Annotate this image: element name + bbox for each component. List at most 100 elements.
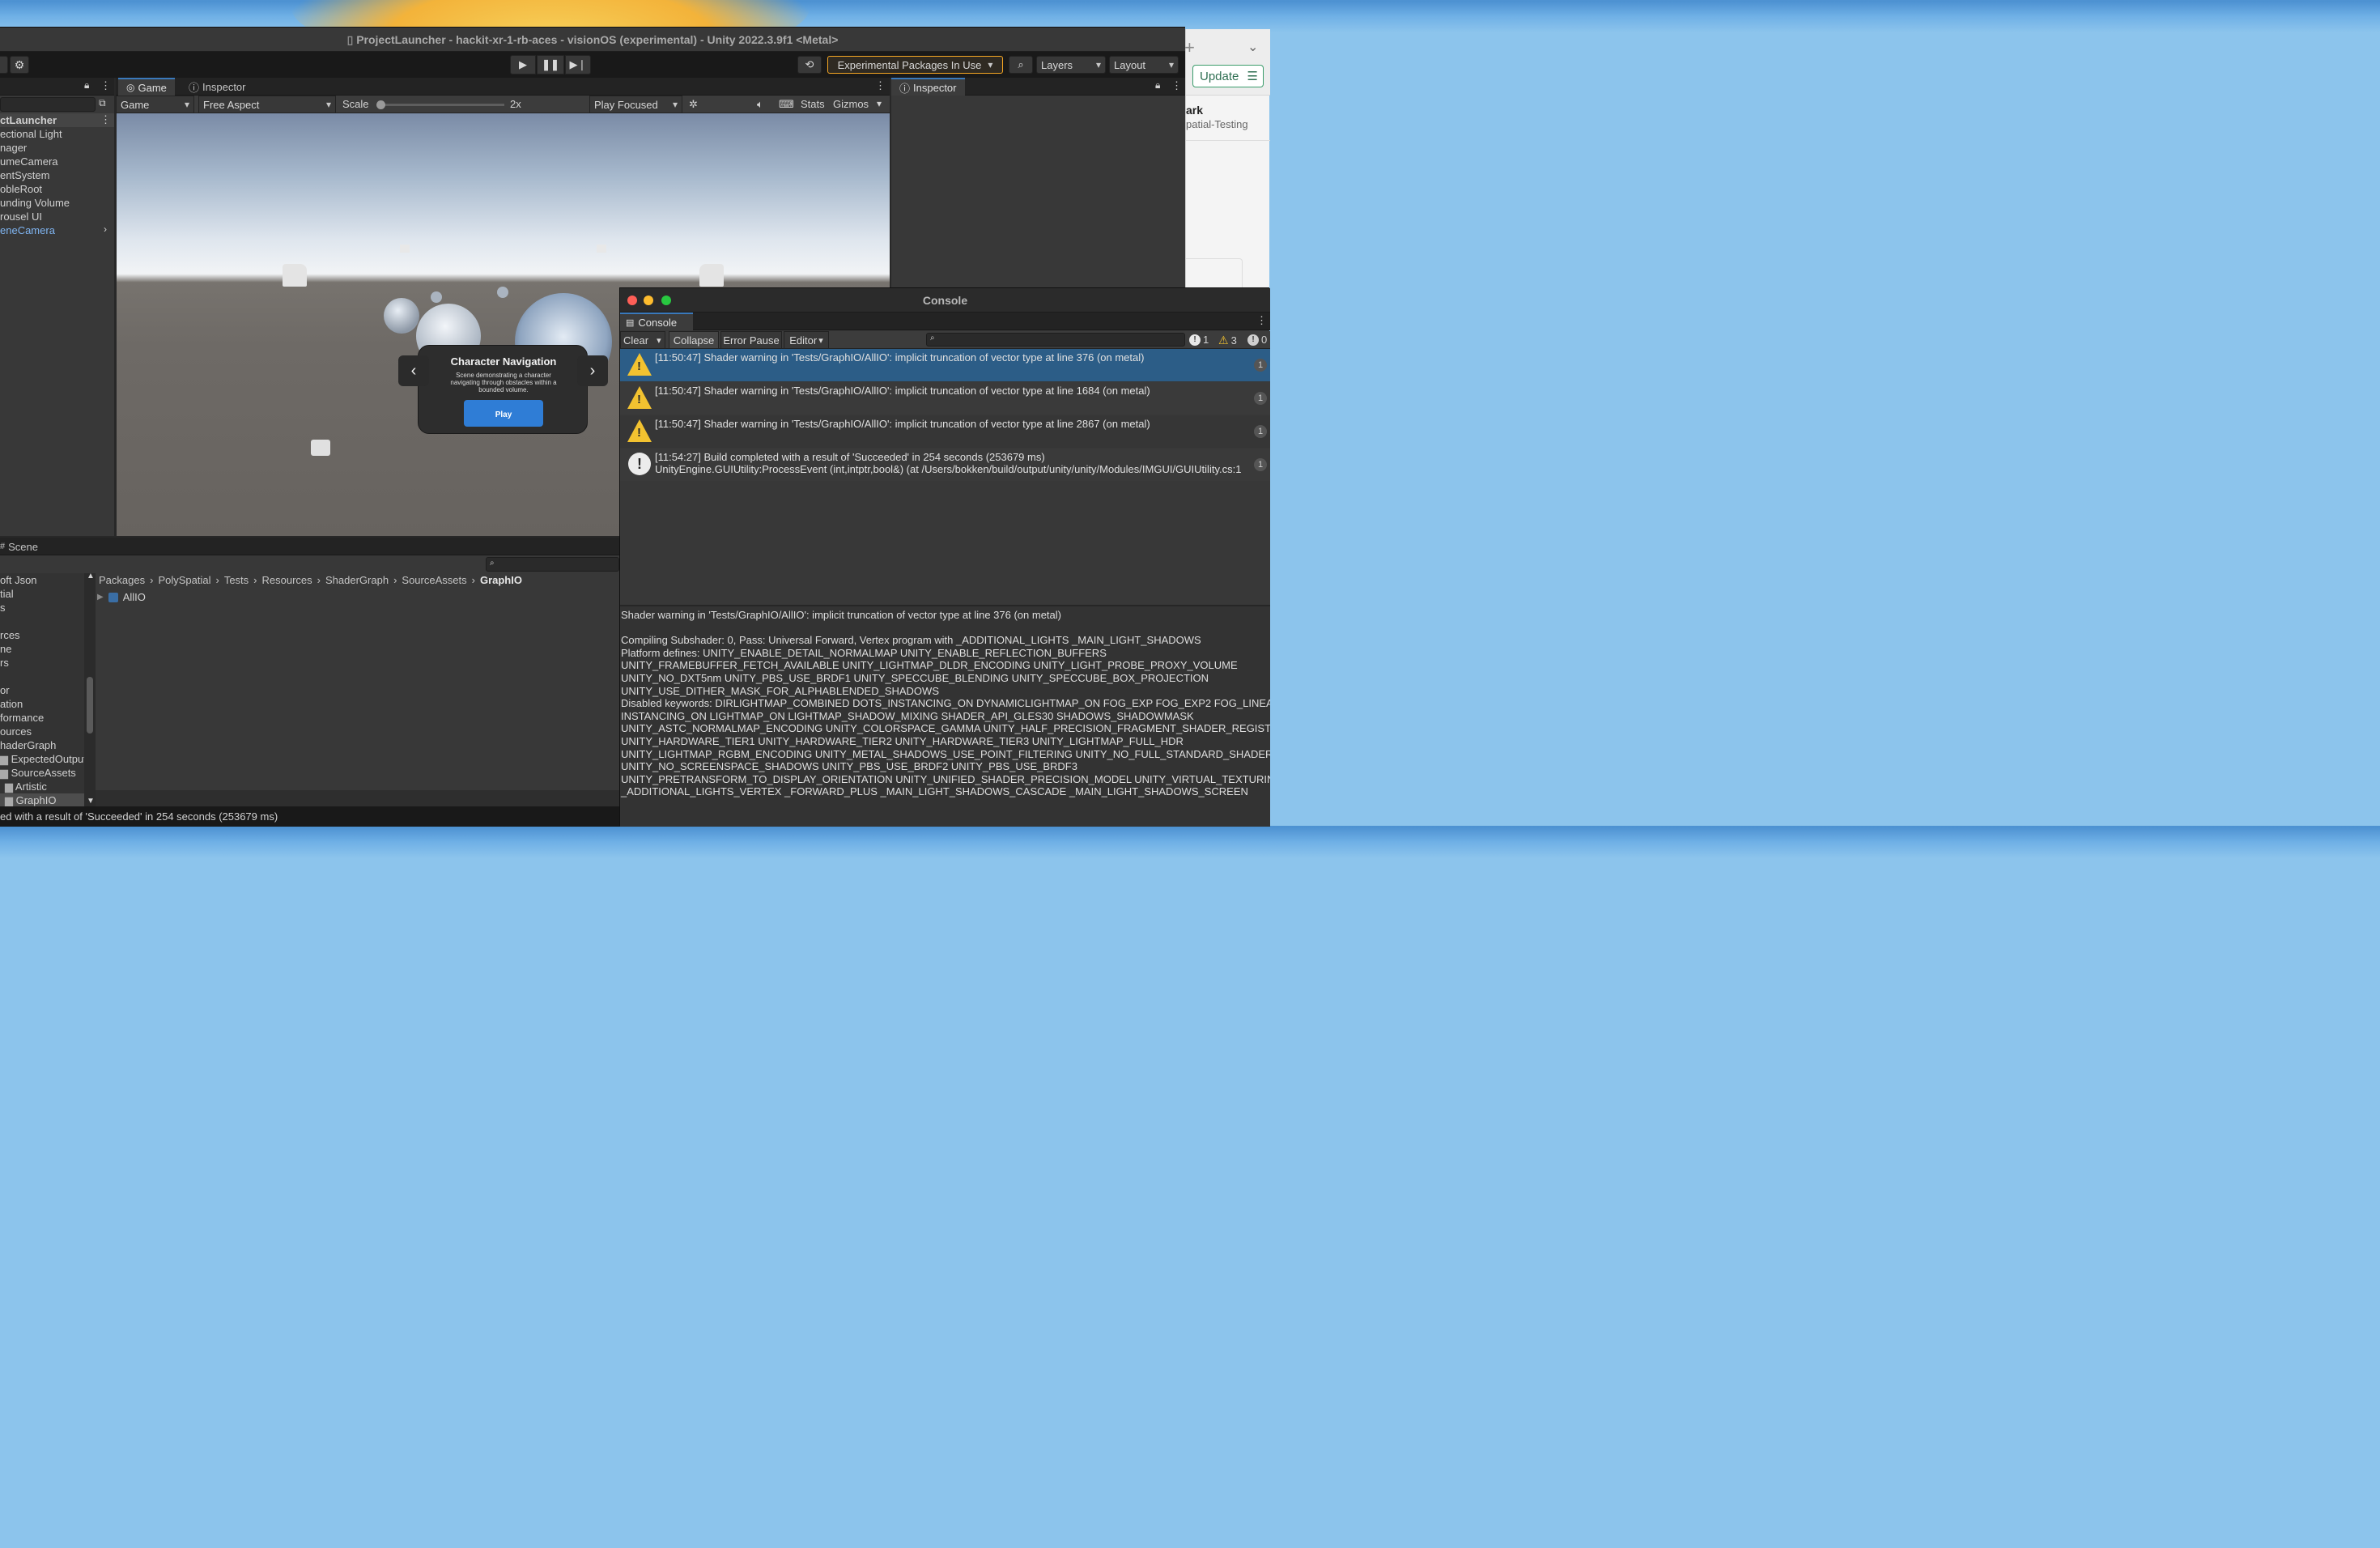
lock-icon[interactable]: 🔒︎: [1155, 79, 1160, 91]
log-entry-selected[interactable]: [11:50:47] Shader warning in 'Tests/Grap…: [620, 349, 1270, 381]
tab-scene[interactable]: # Scene: [0, 538, 46, 555]
log-count-badge: 1: [1254, 392, 1267, 405]
scale-slider[interactable]: [376, 100, 504, 109]
settings-gear-button[interactable]: ⚙: [10, 56, 29, 74]
scene-prop: [597, 245, 606, 253]
gizmos-toggle[interactable]: Gizmos: [833, 98, 869, 110]
more-options-icon[interactable]: ⋮: [1256, 314, 1267, 327]
pause-button[interactable]: ❚❚: [537, 55, 564, 74]
tree-item-folder[interactable]: ▆ ExpectedOutput: [0, 752, 84, 766]
add-icon[interactable]: +: [1184, 37, 1195, 58]
warning-count-toggle[interactable]: ⚠ 3: [1218, 334, 1237, 347]
editor-target-dropdown[interactable]: Editor ▾: [784, 331, 829, 349]
experimental-packages-dropdown[interactable]: Experimental Packages In Use: [827, 56, 1003, 74]
tree-item[interactable]: ne: [0, 642, 11, 656]
card-play-button[interactable]: Play: [464, 400, 543, 427]
tree-item[interactable]: ation: [0, 697, 23, 711]
log-entry[interactable]: [11:50:47] Shader warning in 'Tests/Grap…: [620, 415, 1270, 448]
bug-icon[interactable]: ✲: [689, 98, 698, 111]
collapse-toggle[interactable]: Collapse: [669, 331, 719, 349]
breadcrumb-item-current[interactable]: GraphIO: [480, 574, 522, 589]
detail-line: INSTANCING_ON LIGHTMAP_ON LIGHTMAP_SHADO…: [621, 709, 1194, 722]
hierarchy-item[interactable]: rousel UI: [0, 210, 42, 223]
tree-scrollbar[interactable]: ▲ ▼: [84, 572, 96, 806]
account-button[interactable]: [0, 56, 8, 74]
breadcrumb-item[interactable]: ShaderGraph: [325, 574, 389, 589]
scroll-down-icon[interactable]: ▼: [87, 797, 95, 806]
scale-slider-thumb[interactable]: [376, 100, 385, 109]
tree-item[interactable]: formance: [0, 711, 44, 725]
keyboard-icon[interactable]: ⌨: [779, 98, 794, 111]
tab-console[interactable]: ▤ Console: [620, 313, 693, 330]
breadcrumb-item[interactable]: Resources: [262, 574, 312, 589]
tree-item[interactable]: haderGraph: [0, 738, 56, 752]
hierarchy-root[interactable]: ctLauncher: [0, 113, 114, 127]
info-count-toggle[interactable]: ! 1: [1189, 334, 1209, 346]
scroll-up-icon[interactable]: ▲: [87, 572, 95, 580]
expand-arrow-icon[interactable]: ▶: [97, 593, 104, 602]
log-entry[interactable]: ! [11:54:27] Build completed with a resu…: [620, 449, 1270, 481]
history-button[interactable]: ⟲: [797, 56, 822, 74]
error-pause-toggle[interactable]: Error Pause: [720, 331, 782, 349]
previous-button[interactable]: ‹: [398, 355, 429, 386]
tree-item[interactable]: s: [0, 601, 6, 615]
play-mode-dropdown[interactable]: Play Focused: [589, 96, 682, 113]
hierarchy-search-input[interactable]: [0, 97, 96, 112]
tree-item[interactable]: oft Json: [0, 573, 37, 587]
breadcrumb-item[interactable]: SourceAssets: [402, 574, 466, 589]
tree-item[interactable]: rs: [0, 656, 9, 670]
project-search-input[interactable]: ⌕: [486, 557, 619, 572]
breadcrumb-separator: ›: [253, 574, 257, 586]
search-button[interactable]: ⌕: [1009, 56, 1033, 74]
stats-toggle[interactable]: Stats: [801, 98, 825, 110]
asset-item[interactable]: ▶ AllIO: [97, 591, 146, 603]
tree-item-folder-selected[interactable]: ▆ GraphIO: [0, 793, 84, 806]
layers-dropdown[interactable]: Layers: [1036, 56, 1106, 74]
gizmos-dropdown-icon[interactable]: ▾: [877, 98, 882, 109]
more-options-icon[interactable]: ⋮: [100, 79, 111, 92]
hierarchy-item[interactable]: unding Volume: [0, 196, 70, 210]
scene-tabbar: # Scene: [0, 538, 619, 555]
clear-button[interactable]: Clear ▾: [620, 331, 665, 349]
breadcrumb-item[interactable]: PolySpatial: [158, 574, 210, 589]
breadcrumb-item[interactable]: Tests: [224, 574, 249, 589]
tree-item[interactable]: or: [0, 683, 10, 697]
update-button[interactable]: Update ☰: [1192, 65, 1264, 87]
tab-inspector-right[interactable]: ⓘ Inspector: [891, 78, 965, 96]
breadcrumb-item[interactable]: Packages: [99, 574, 145, 589]
breadcrumb-separator: ›: [150, 574, 154, 586]
hierarchy-item[interactable]: nager: [0, 141, 27, 155]
log-entry[interactable]: [11:50:47] Shader warning in 'Tests/Grap…: [620, 382, 1270, 415]
scrollbar-thumb[interactable]: [87, 677, 93, 734]
chevron-down-icon[interactable]: ⌄: [1247, 39, 1258, 55]
tree-item[interactable]: ources: [0, 725, 32, 738]
step-button[interactable]: ▶❘: [565, 55, 591, 74]
play-button[interactable]: ▶: [510, 55, 536, 74]
chevron-right-icon[interactable]: ›: [104, 223, 107, 235]
next-button[interactable]: ›: [577, 355, 608, 386]
error-count-toggle[interactable]: ! 0: [1247, 334, 1267, 346]
tree-item-folder[interactable]: ▆ Artistic: [5, 780, 47, 793]
root-options-icon[interactable]: ⋮: [100, 113, 111, 126]
more-options-icon[interactable]: ⋮: [1171, 79, 1182, 92]
more-options-icon[interactable]: ⋮: [875, 79, 886, 92]
hub-project-title[interactable]: ark: [1186, 104, 1203, 117]
hierarchy-item-selected[interactable]: eneCamera: [0, 223, 55, 237]
hierarchy-item[interactable]: obleRoot: [0, 182, 42, 196]
hierarchy-item[interactable]: ectional Light: [0, 127, 62, 141]
layout-dropdown[interactable]: Layout: [1109, 56, 1179, 74]
hierarchy-item[interactable]: umeCamera: [0, 155, 58, 168]
console-search-input[interactable]: ⌕: [926, 333, 1185, 347]
lock-icon[interactable]: 🔒︎: [84, 79, 89, 91]
display-dropdown[interactable]: Game: [116, 96, 194, 113]
tree-item[interactable]: rces: [0, 628, 20, 642]
audio-icon[interactable]: 🔈︎: [757, 98, 763, 111]
hierarchy-item[interactable]: entSystem: [0, 168, 49, 182]
scene-visibility-icon[interactable]: ⧉: [99, 97, 106, 109]
history-icon: ⟲: [805, 58, 814, 70]
aspect-dropdown[interactable]: Free Aspect: [198, 96, 336, 113]
tree-item-folder[interactable]: ▆ SourceAssets: [0, 766, 76, 780]
tree-item[interactable]: tial: [0, 587, 14, 601]
tab-inspector[interactable]: ⓘ Inspector: [181, 78, 254, 96]
tab-game[interactable]: ◎ Game: [118, 78, 175, 96]
